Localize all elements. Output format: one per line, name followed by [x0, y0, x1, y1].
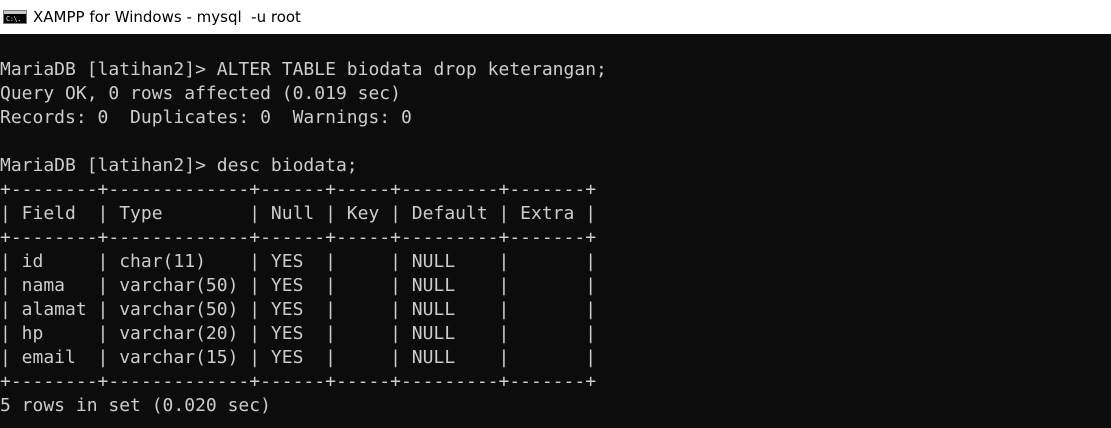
- table-row: | email | varchar(15) | YES | | NULL | |: [0, 347, 597, 368]
- console-output[interactable]: MariaDB [latihan2]> ALTER TABLE biodata …: [0, 34, 1111, 428]
- table-row: | alamat | varchar(50) | YES | | NULL | …: [0, 299, 597, 320]
- table-border: +--------+-------------+------+-----+---…: [0, 179, 597, 200]
- table-header-row: | Field | Type | Null | Key | Default | …: [0, 203, 597, 224]
- output-line: Records: 0 Duplicates: 0 Warnings: 0: [0, 107, 412, 128]
- table-border: +--------+-------------+------+-----+---…: [0, 371, 597, 392]
- title-bar[interactable]: C:\. XAMPP for Windows - mysql -u root: [0, 0, 1111, 34]
- prompt-line: MariaDB [latihan2]> ALTER TABLE biodata …: [0, 59, 607, 80]
- table-row: | id | char(11) | YES | | NULL | |: [0, 251, 597, 272]
- command-prompt-icon[interactable]: C:\.: [3, 10, 27, 24]
- table-row: | nama | varchar(50) | YES | | NULL | |: [0, 275, 597, 296]
- prompt-line: MariaDB [latihan2]> desc biodata;: [0, 155, 358, 176]
- window-title: XAMPP for Windows - mysql -u root: [33, 8, 301, 26]
- command-prompt-icon-text: C:\.: [6, 15, 21, 23]
- result-summary-line: 5 rows in set (0.020 sec): [0, 395, 271, 416]
- table-border: +--------+-------------+------+-----+---…: [0, 227, 597, 248]
- table-row: | hp | varchar(20) | YES | | NULL | |: [0, 323, 597, 344]
- blank-line: [0, 130, 1111, 154]
- terminal-window: C:\. XAMPP for Windows - mysql -u root M…: [0, 0, 1111, 428]
- output-line: Query OK, 0 rows affected (0.019 sec): [0, 83, 401, 104]
